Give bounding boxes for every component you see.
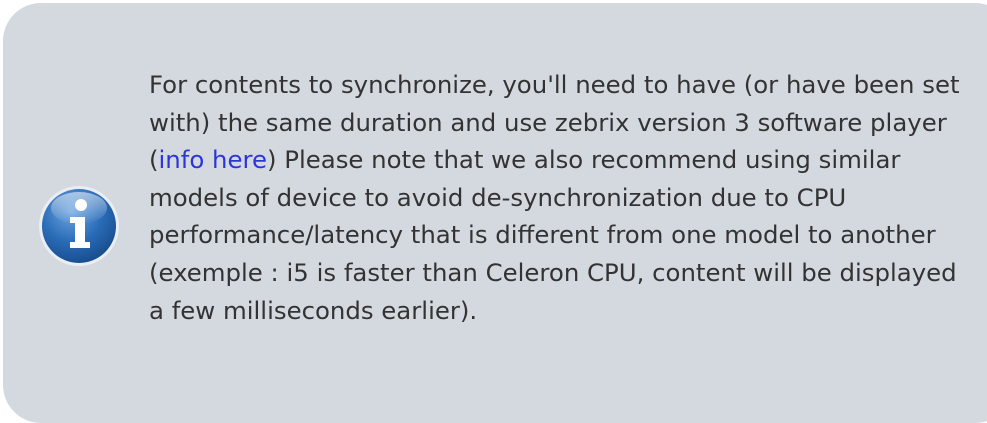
info-here-link[interactable]: info here bbox=[159, 145, 267, 174]
info-icon bbox=[37, 184, 121, 268]
notice-text: For contents to synchronize, you'll need… bbox=[149, 66, 961, 329]
info-notice-box: For contents to synchronize, you'll need… bbox=[3, 3, 987, 423]
notice-text-after-link: ) Please note that we also recommend usi… bbox=[149, 145, 957, 325]
